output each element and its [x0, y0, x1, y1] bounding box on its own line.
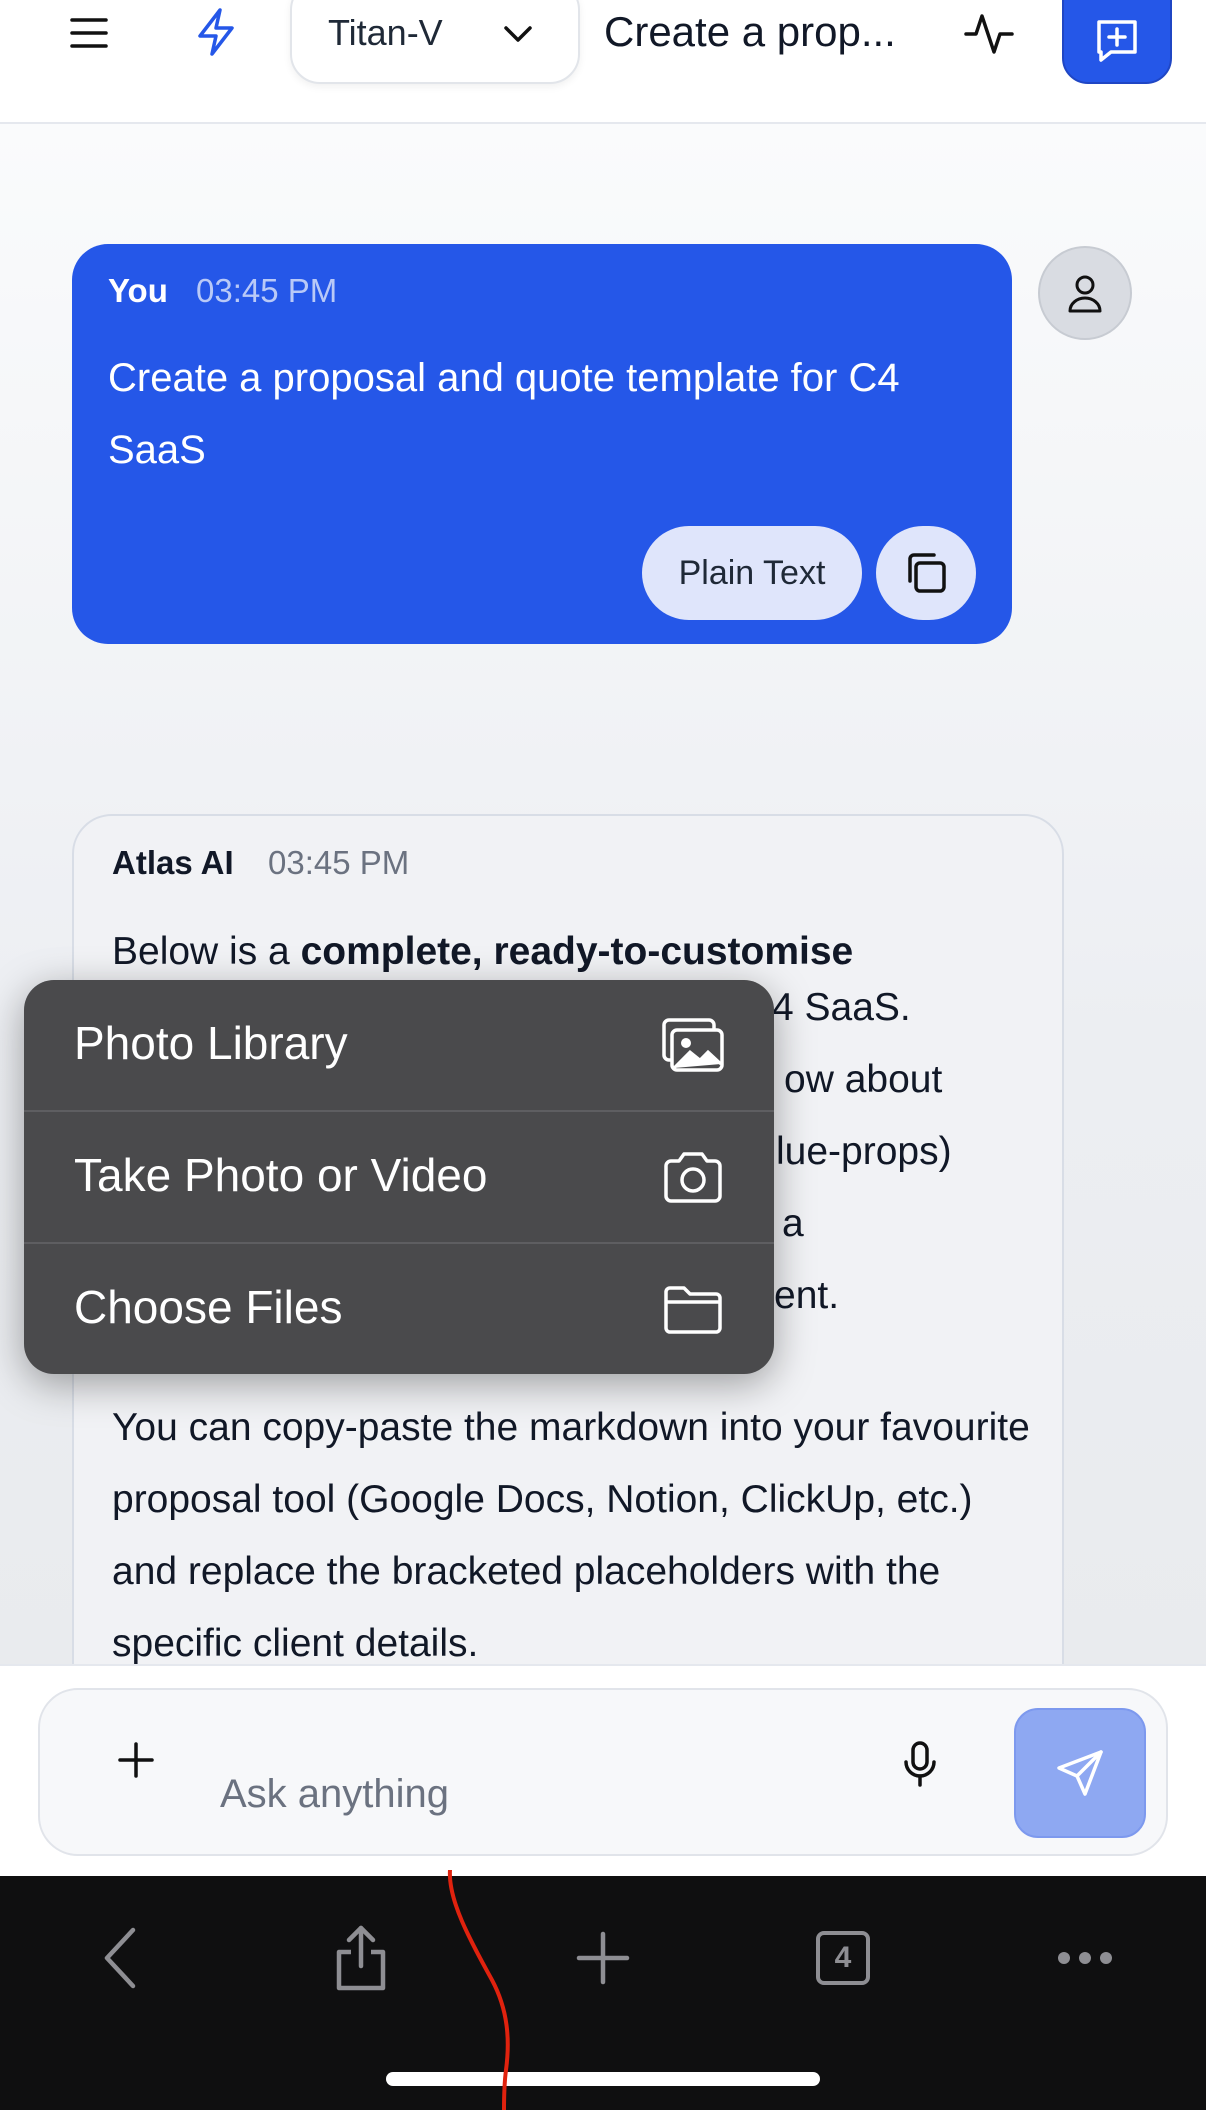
browser-toolbar: 4	[0, 1876, 1206, 2110]
menu-item-label: Take Photo or Video	[74, 1149, 488, 1201]
new-tab-button[interactable]	[558, 1916, 648, 2000]
bolt-icon[interactable]	[188, 4, 244, 60]
tabs-button[interactable]: 4	[798, 1916, 888, 2000]
plus-icon	[576, 1931, 630, 1985]
user-avatar	[1038, 246, 1132, 340]
share-icon	[336, 1925, 386, 1991]
activity-icon[interactable]	[960, 4, 1018, 62]
chevron-down-icon	[504, 26, 532, 42]
menu-icon[interactable]	[62, 6, 116, 60]
user-icon	[1068, 275, 1102, 313]
assistant-text-fragment: a	[782, 1202, 804, 1245]
intro-bold: complete, ready-to-customise	[300, 930, 854, 973]
folder-icon	[664, 1286, 722, 1334]
attachment-menu: Photo Library Take Photo or Video Choose…	[24, 980, 774, 1374]
assistant-text-fragment: lue-props)	[776, 1130, 952, 1173]
send-icon	[1057, 1750, 1103, 1796]
menu-item-label: Photo Library	[74, 1017, 348, 1069]
user-message-text: Create a proposal and quote template for…	[108, 356, 900, 472]
new-chat-button[interactable]	[1062, 0, 1172, 84]
plain-text-button[interactable]: Plain Text	[642, 526, 862, 620]
send-button[interactable]	[1014, 1708, 1146, 1838]
model-selector[interactable]: Titan-V	[290, 0, 580, 84]
user-sender-label: You	[108, 272, 168, 309]
voice-input-button[interactable]	[890, 1734, 950, 1794]
model-name: Titan-V	[328, 12, 443, 53]
menu-item-label: Choose Files	[74, 1281, 343, 1333]
message-input-box[interactable]: Ask anything	[38, 1688, 1168, 1856]
message-input-placeholder[interactable]: Ask anything	[220, 1772, 449, 1817]
new-chat-icon	[1097, 20, 1137, 62]
copy-button[interactable]	[876, 526, 976, 620]
page-title: Create a prop...	[604, 8, 896, 55]
assistant-message-time: 03:45 PM	[268, 844, 410, 881]
attach-button[interactable]	[106, 1730, 166, 1790]
more-button[interactable]	[1040, 1916, 1130, 2000]
back-button[interactable]	[76, 1916, 166, 2000]
menu-item-choose-files[interactable]: Choose Files	[24, 1244, 774, 1374]
assistant-text-fragment: ent.	[774, 1274, 840, 1317]
assistant-paragraph: You can copy-paste the markdown into you…	[112, 1406, 1030, 1665]
menu-item-take-photo[interactable]: Take Photo or Video	[24, 1112, 774, 1242]
more-icon	[1058, 1952, 1112, 1964]
share-button[interactable]	[316, 1916, 406, 2000]
user-message-bubble: You 03:45 PM Create a proposal and quote…	[72, 244, 1012, 644]
assistant-text-fragment: 4 SaaS.	[772, 986, 911, 1029]
chevron-left-icon	[104, 1927, 136, 1989]
home-indicator	[386, 2072, 820, 2086]
assistant-sender-label: Atlas AI	[112, 844, 234, 881]
top-header: Titan-V Create a prop...	[0, 0, 1206, 124]
assistant-intro-line: Below is a complete, ready-to-customise	[112, 916, 1032, 988]
tab-count: 4	[816, 1931, 870, 1985]
plus-icon	[118, 1742, 154, 1778]
camera-icon	[664, 1152, 722, 1203]
composer: Ask anything	[0, 1664, 1206, 1878]
user-message-time: 03:45 PM	[196, 272, 338, 309]
photo-library-icon	[662, 1018, 724, 1072]
intro-prefix: Below is a	[112, 930, 301, 973]
menu-item-photo-library[interactable]: Photo Library	[24, 980, 774, 1110]
microphone-icon	[904, 1741, 936, 1787]
assistant-text-fragment: ow about	[784, 1058, 943, 1101]
copy-icon	[908, 553, 946, 593]
